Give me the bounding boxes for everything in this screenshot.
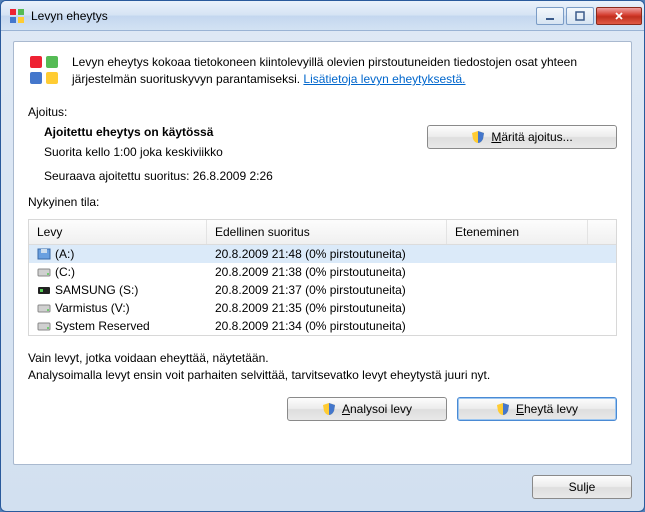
window-title: Levyn eheytys	[31, 9, 534, 23]
close-button[interactable]	[596, 7, 642, 25]
disk-cell: (C:)	[29, 265, 207, 279]
schedule-next-run: Seuraava ajoitettu suoritus: 26.8.2009 2…	[44, 169, 427, 183]
disk-list-header: Levy Edellinen suoritus Eteneminen	[29, 220, 616, 245]
configure-label: Märitä ajoitus...	[491, 130, 572, 144]
disk-list: Levy Edellinen suoritus Eteneminen (A:) 2…	[28, 219, 617, 336]
schedule-info: Ajoitettu eheytys on käytössä Suorita ke…	[28, 125, 427, 193]
configure-schedule-button[interactable]: Märitä ajoitus...	[427, 125, 617, 149]
analyze-label: Analysoi levy	[342, 402, 412, 416]
drive-icon	[37, 320, 51, 332]
last-run-cell: 20.8.2009 21:37 (0% pirstoutuneita)	[207, 283, 447, 297]
schedule-row: Ajoitettu eheytys on käytössä Suorita ke…	[28, 125, 617, 193]
col-disk[interactable]: Levy	[29, 220, 207, 244]
shield-icon	[322, 402, 336, 416]
window-frame: Levyn eheytys Levyn eheytys kokoaa tieto…	[0, 0, 645, 512]
learn-more-link[interactable]: Lisätietoja levyn eheytyksestä.	[303, 72, 465, 86]
disk-name: System Reserved	[55, 319, 150, 333]
defrag-button[interactable]: Eheytä levy	[457, 397, 617, 421]
content-area: Levyn eheytys kokoaa tietokoneen kiintol…	[1, 31, 644, 511]
last-run-cell: 20.8.2009 21:48 (0% pirstoutuneita)	[207, 247, 447, 261]
disk-cell: Varmistus (V:)	[29, 301, 207, 315]
drive-icon	[37, 248, 51, 260]
shield-icon	[471, 130, 485, 144]
close-panel-button[interactable]: Sulje	[532, 475, 632, 499]
disk-cell: System Reserved	[29, 319, 207, 333]
table-row[interactable]: SAMSUNG (S:) 20.8.2009 21:37 (0% pirstout…	[29, 281, 616, 299]
table-row[interactable]: (C:) 20.8.2009 21:38 (0% pirstoutuneita)	[29, 263, 616, 281]
col-last-run[interactable]: Edellinen suoritus	[207, 220, 447, 244]
action-buttons: Analysoi levy Eheytä levy	[28, 397, 617, 421]
intro-section: Levyn eheytys kokoaa tietokoneen kiintol…	[28, 54, 617, 89]
disk-name: Varmistus (V:)	[55, 301, 130, 315]
disk-list-body: (A:)20.8.2009 21:48 (0% pirstoutuneita)(…	[29, 245, 616, 335]
disk-cell: (A:)	[29, 247, 207, 261]
analyze-button[interactable]: Analysoi levy	[287, 397, 447, 421]
note-line2: Analysoimalla levyt ensin voit parhaiten…	[28, 367, 617, 384]
defrag-app-icon	[9, 8, 25, 24]
drive-icon	[37, 266, 51, 278]
drive-icon	[37, 302, 51, 314]
scheduling-label: Ajoitus:	[28, 105, 617, 119]
table-row[interactable]: (A:) 20.8.2009 21:48 (0% pirstoutuneita)	[29, 245, 616, 263]
schedule-button-wrap: Märitä ajoitus...	[427, 125, 617, 193]
table-row[interactable]: Varmistus (V:) 20.8.2009 21:35 (0% pirsto…	[29, 299, 616, 317]
disk-name: (A:)	[55, 247, 74, 261]
disk-name: (C:)	[55, 265, 75, 279]
footer-buttons: Sulje	[13, 475, 632, 499]
table-row[interactable]: System Reserved 20.8.2009 21:34 (0% pirst…	[29, 317, 616, 335]
schedule-status: Ajoitettu eheytys on käytössä	[44, 125, 427, 139]
defrag-large-icon	[28, 54, 60, 86]
intro-text: Levyn eheytys kokoaa tietokoneen kiintol…	[72, 54, 617, 89]
last-run-cell: 20.8.2009 21:38 (0% pirstoutuneita)	[207, 265, 447, 279]
shield-icon	[496, 402, 510, 416]
minimize-button[interactable]	[536, 7, 564, 25]
defrag-label: Eheytä levy	[516, 402, 578, 416]
drive-icon	[37, 284, 51, 296]
col-progress[interactable]: Eteneminen	[447, 220, 588, 244]
col-spacer	[588, 220, 616, 244]
window-controls	[534, 7, 642, 25]
disk-cell: SAMSUNG (S:)	[29, 283, 207, 297]
note-section: Vain levyt, jotka voidaan eheyttää, näyt…	[28, 350, 617, 385]
disk-name: SAMSUNG (S:)	[55, 283, 138, 297]
schedule-detail: Suorita kello 1:00 joka keskiviikko	[44, 145, 427, 159]
last-run-cell: 20.8.2009 21:34 (0% pirstoutuneita)	[207, 319, 447, 333]
note-line1: Vain levyt, jotka voidaan eheyttää, näyt…	[28, 350, 617, 367]
main-panel: Levyn eheytys kokoaa tietokoneen kiintol…	[13, 41, 632, 465]
last-run-cell: 20.8.2009 21:35 (0% pirstoutuneita)	[207, 301, 447, 315]
current-state-label: Nykyinen tila:	[28, 195, 617, 209]
titlebar[interactable]: Levyn eheytys	[1, 1, 644, 31]
maximize-button[interactable]	[566, 7, 594, 25]
